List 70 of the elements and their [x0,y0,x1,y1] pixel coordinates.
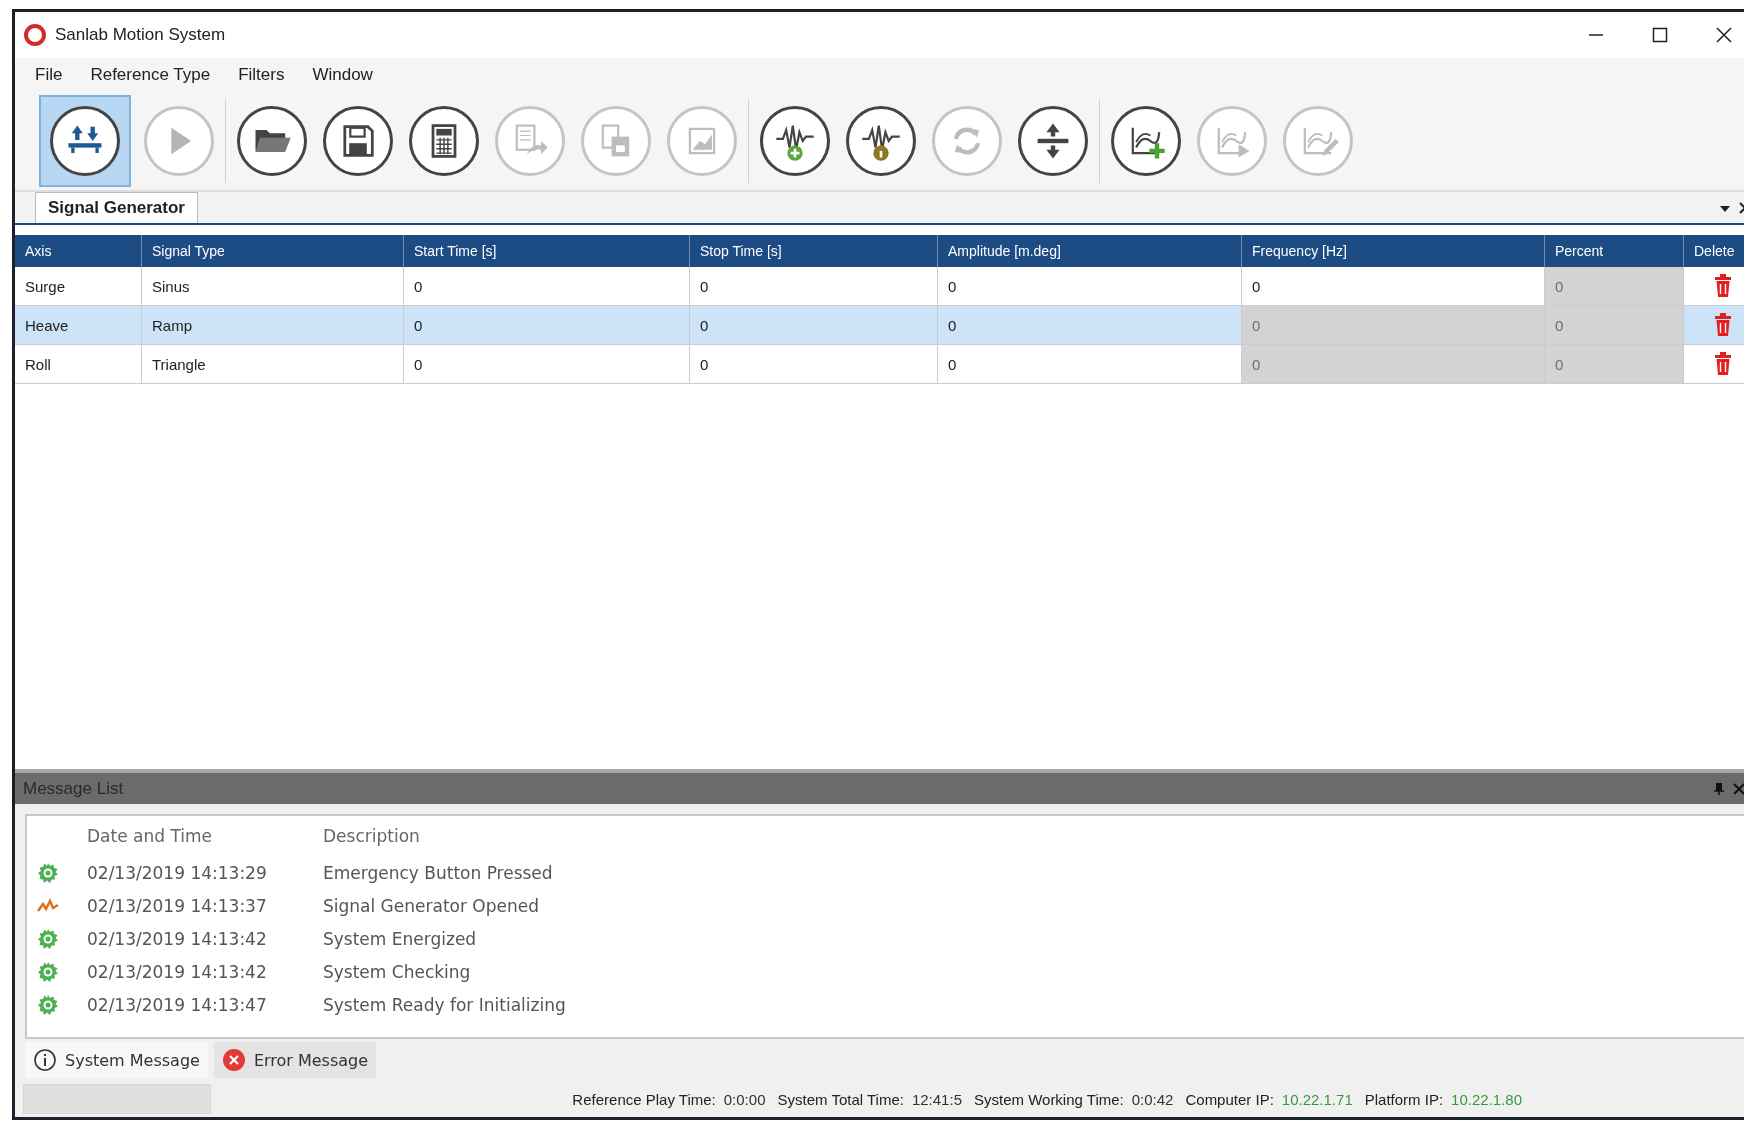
toolbar-button[interactable] [39,95,131,187]
message-time: 02/13/2019 14:13:29 [86,862,268,883]
menu-item[interactable]: File [25,61,73,89]
minimize-icon [1589,34,1603,36]
menu-item[interactable]: Filters [228,61,295,89]
message-description: Signal Generator Opened [322,895,540,916]
info-icon [33,1048,57,1072]
gear-icon [37,993,59,1016]
column-header[interactable]: Delete [1684,235,1744,267]
table-cell[interactable]: Heave [15,306,142,345]
message-time: 02/13/2019 14:13:37 [86,895,268,916]
message-time: 02/13/2019 14:13:42 [86,961,268,982]
status-label: Computer IP: [1185,1090,1274,1108]
column-header[interactable]: Frequency [Hz] [1242,235,1545,267]
document-tab[interactable]: Signal Generator [35,192,198,223]
column-header[interactable]: Percent [1545,235,1684,267]
table-cell[interactable]: 0 [404,345,690,384]
message-tab[interactable]: Error Message [213,1042,377,1078]
column-header[interactable]: Signal Type [142,235,404,267]
column-header[interactable]: Start Time [s] [404,235,690,267]
column-header[interactable]: Date and Time [81,826,317,846]
message-time: 02/13/2019 14:13:42 [86,928,268,949]
status-value: 12:41:5 [911,1090,962,1108]
table-cell[interactable]: 0 [690,306,938,345]
column-header[interactable]: Axis [15,235,142,267]
table-cell[interactable]: Triangle [142,345,404,384]
message-description: Emergency Button Pressed [322,862,554,883]
app-logo-icon [23,23,47,47]
message-tab[interactable]: System Message [25,1042,208,1078]
status-label: System Working Time: [973,1090,1124,1108]
message-description: System Checking [322,961,472,982]
status-value: 0:0:00 [723,1090,766,1108]
gear-icon [37,861,59,884]
message-description: System Energized [322,928,478,949]
window-title: Sanlab Motion System [55,25,227,45]
trash-icon[interactable] [1714,352,1732,376]
gear-icon [37,960,59,983]
error-icon [221,1048,246,1072]
gear-icon [37,927,59,950]
column-header[interactable]: Amplitude [m.deg] [938,235,1242,267]
panel-title: Message List [23,778,125,799]
status-label: System Total Time: [777,1090,904,1108]
menu-item[interactable]: Window [302,61,383,89]
table-cell[interactable]: 0 [404,267,690,306]
message-time: 02/13/2019 14:13:47 [86,994,268,1015]
status-value: 10.22.1.80 [1451,1090,1522,1108]
table-cell[interactable]: Ramp [142,306,404,345]
column-header[interactable]: Description [317,826,1744,846]
table-cell[interactable]: Sinus [142,267,404,306]
close-icon [1716,27,1732,43]
table-cell[interactable]: 0 [404,306,690,345]
maximize-icon [1652,27,1668,43]
table-cell[interactable]: 0 [938,306,1242,345]
status-label: Reference Play Time: [572,1090,716,1108]
table-cell[interactable]: 0 [938,267,1242,306]
trash-icon[interactable] [1714,274,1732,298]
table-cell[interactable]: 0 [690,345,938,384]
trash-icon[interactable] [1714,313,1732,337]
table-cell[interactable]: Surge [15,267,142,306]
table-cell[interactable]: Roll [15,345,142,384]
table-cell[interactable]: 0 [690,267,938,306]
status-value: 10.22.1.71 [1281,1090,1353,1108]
menu-item[interactable]: Reference Type [80,61,221,89]
table-cell[interactable]: 0 [938,345,1242,384]
status-value: 0:0:42 [1131,1090,1174,1108]
status-label: Platform IP: [1364,1090,1444,1108]
message-description: System Ready for Initializing [322,994,567,1015]
pin-icon[interactable] [1712,781,1726,796]
column-header[interactable]: Stop Time [s] [690,235,938,267]
table-cell[interactable]: 0 [1242,267,1545,306]
